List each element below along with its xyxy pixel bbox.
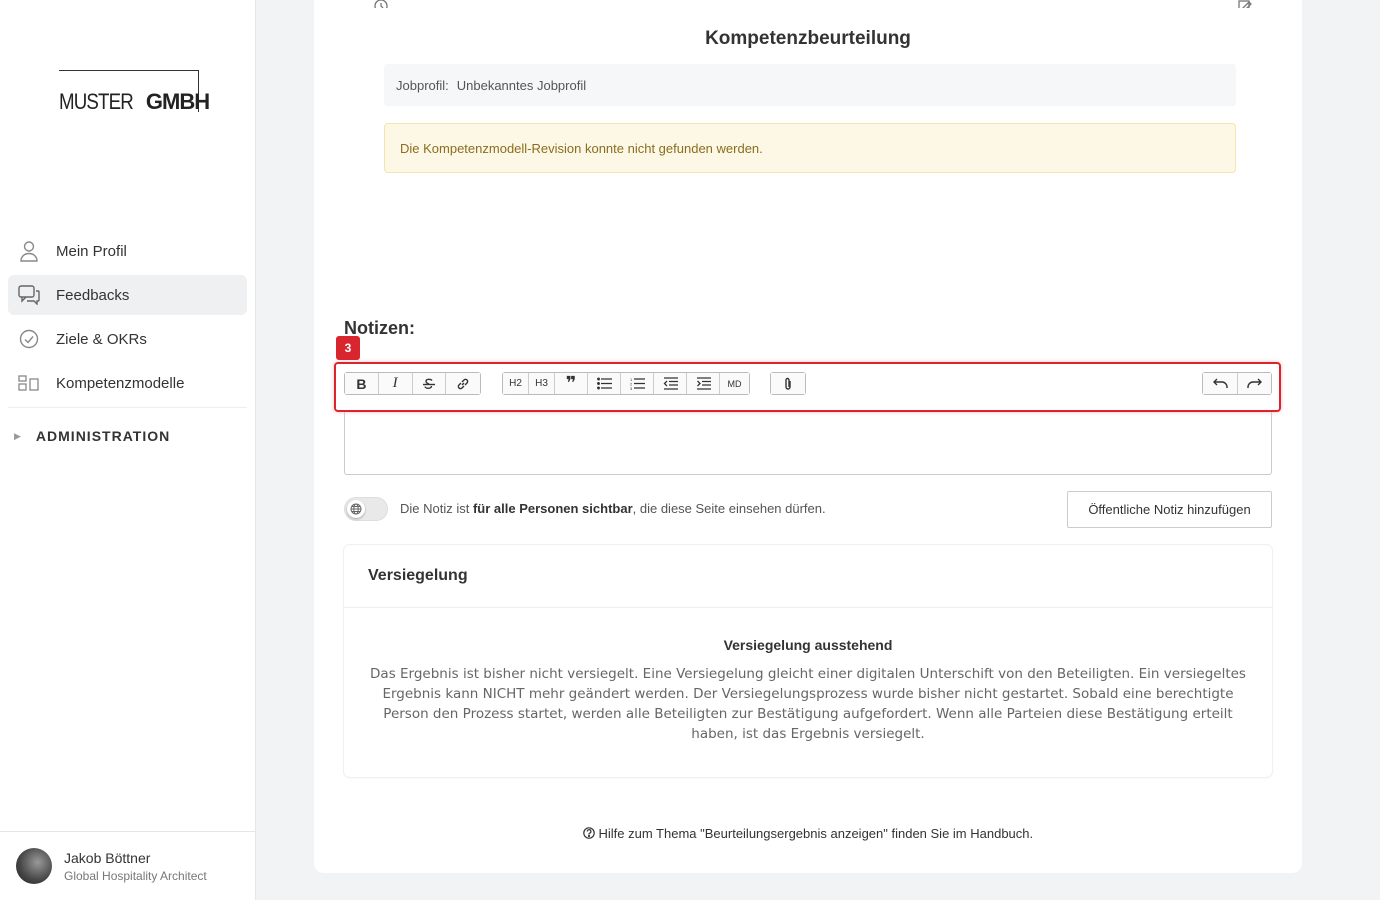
page-title: Kompetenzbeurteilung [705, 28, 911, 49]
strikethrough-button[interactable] [412, 373, 447, 394]
outdent-icon [663, 377, 678, 390]
quote-button[interactable]: ❞ [555, 373, 588, 394]
visibility-text: Die Notiz ist für alle Personen sichtbar… [400, 501, 826, 516]
clock-icon [374, 0, 388, 8]
globe-icon [350, 503, 362, 515]
admin-label: ADMINISTRATION [35, 428, 171, 444]
undo-button[interactable] [1203, 373, 1238, 394]
bullet-list-icon [596, 377, 612, 390]
visibility-toggle[interactable] [344, 497, 388, 521]
check-circle-icon [18, 328, 40, 350]
h3-button[interactable]: H3 [529, 373, 555, 394]
help-icon [583, 826, 599, 841]
attachment-button[interactable] [771, 373, 805, 394]
sidebar-item-label: Mein Profil [56, 242, 127, 260]
visibility-text-bold: für alle Personen sichtbar [472, 501, 633, 516]
warning-text: Die Kompetenzmodell-Revision konnte nich… [400, 140, 763, 156]
bold-button[interactable]: B [345, 373, 379, 394]
svg-text:3: 3 [630, 386, 633, 390]
toolbar-group-format: B I [344, 372, 481, 395]
logo-thin-text: MUSTER [59, 89, 134, 114]
sidebar-item-mein-profil[interactable]: Mein Profil [8, 231, 247, 271]
model-icon [18, 372, 40, 394]
bullet-list-button[interactable] [588, 373, 621, 394]
sidebar-item-kompetenzmodelle[interactable]: Kompetenzmodelle [8, 363, 247, 403]
warning-alert: Die Kompetenzmodell-Revision konnte nich… [384, 123, 1236, 173]
sidebar-nav: Mein Profil Feedbacks Ziele & OKRs Kompe… [8, 231, 247, 408]
sidebar-item-feedbacks[interactable]: Feedbacks [8, 275, 247, 315]
toolbar-group-attach [770, 372, 806, 395]
seal-title: Versiegelung [344, 545, 1272, 608]
numbered-list-button[interactable]: 123 [621, 373, 654, 394]
strikethrough-icon [422, 378, 435, 389]
sidebar-item-label: Ziele & OKRs [56, 330, 147, 348]
caret-right-icon: ▶ [14, 430, 22, 441]
jobprofil-value: Unbekanntes Jobprofil [456, 77, 587, 93]
chat-icon [18, 284, 40, 306]
edit-icon[interactable] [1238, 0, 1252, 8]
logo-bold-text: GMBH [145, 89, 210, 114]
seal-description: Das Ergebnis ist bisher nicht versiegelt… [370, 666, 1246, 742]
toolbar-group-block: H2 H3 ❞ 123 MD [502, 372, 750, 395]
sidebar: MUSTER GMBH Mein Profil Feedbacks Ziele &… [0, 0, 256, 900]
notes-editor[interactable] [344, 412, 1272, 475]
numbered-list-icon: 123 [630, 377, 645, 390]
brand-logo[interactable]: MUSTER GMBH [59, 70, 210, 114]
link-icon [457, 378, 469, 389]
sidebar-admin-toggle[interactable]: ▶ ADMINISTRATION [14, 428, 170, 444]
toolbar-group-history [1202, 372, 1272, 395]
sidebar-item-ziele-okrs[interactable]: Ziele & OKRs [8, 319, 247, 359]
indent-button[interactable] [687, 373, 720, 394]
help-text: Hilfe zum Thema "Beurteilungsergebnis an… [598, 826, 1034, 841]
seal-subtitle: Versiegelung ausstehend [723, 637, 893, 653]
visibility-text-post: , die diese Seite einsehen dürfen. [632, 501, 826, 516]
annotation-badge: 3 [336, 336, 360, 360]
sidebar-item-label: Kompetenzmodelle [56, 374, 185, 392]
toggle-knob [347, 500, 365, 518]
visibility-text-pre: Die Notiz ist [400, 501, 473, 516]
h2-button[interactable]: H2 [503, 373, 529, 394]
add-public-note-button[interactable]: Öffentliche Notiz hinzufügen [1067, 491, 1272, 528]
user-name: Jakob Böttner [64, 850, 151, 866]
avatar [16, 848, 52, 884]
link-button[interactable] [446, 373, 480, 394]
redo-button[interactable] [1238, 373, 1271, 394]
jobprofil-label: Jobprofil: [396, 77, 449, 93]
user-icon [18, 240, 40, 262]
sidebar-item-label: Feedbacks [56, 286, 130, 304]
seal-panel: Versiegelung Versiegelung ausstehend Das… [344, 545, 1272, 777]
redo-icon [1247, 378, 1262, 388]
help-link[interactable]: Hilfe zum Thema "Beurteilungsergebnis an… [344, 826, 1272, 841]
undo-icon [1212, 378, 1228, 388]
outdent-button[interactable] [654, 373, 687, 394]
sidebar-divider [8, 407, 247, 408]
italic-button[interactable]: I [378, 373, 413, 394]
paperclip-icon [785, 377, 791, 390]
indent-icon [696, 377, 711, 390]
quote-icon: ❞ [565, 373, 577, 393]
user-role: Global Hospitality Architect [64, 869, 207, 883]
markdown-button[interactable]: MD [720, 373, 749, 394]
jobprofil-info: Jobprofil: Unbekanntes Jobprofil [384, 64, 1236, 106]
user-profile[interactable]: Jakob Böttner Global Hospitality Archite… [0, 831, 255, 900]
